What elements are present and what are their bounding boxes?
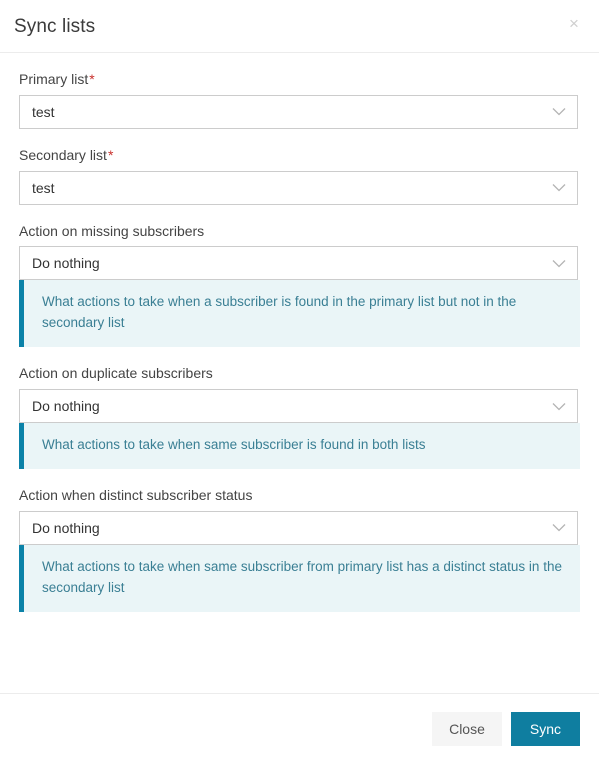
page-title: Sync lists [14,15,96,37]
form-group-distinct-status: Action when distinct subscriber status D… [19,487,580,612]
modal-header: Sync lists × [0,0,599,53]
label-missing-subscribers: Action on missing subscribers [19,223,580,240]
required-marker: * [89,71,95,87]
modal-footer: Close Sync [0,693,599,763]
close-button[interactable]: Close [432,711,502,746]
required-marker: * [107,146,114,163]
select-distinct-status-value[interactable]: Do nothing [19,510,578,545]
close-icon[interactable]: × [563,12,585,34]
form-group-duplicate-subscribers: Action on duplicate subscribers Do nothi… [19,365,580,469]
info-alert-missing-subscribers: What actions to take when a subscriber i… [19,280,580,348]
select-missing-subscribers[interactable]: Do nothing [19,246,578,281]
select-secondary-list[interactable]: test [19,170,578,205]
label-primary-list-text: Primary list [19,71,89,87]
label-secondary-list: Secondary list* [19,147,580,164]
form-group-missing-subscribers: Action on missing subscribers Do nothing… [19,223,580,348]
select-secondary-list-value[interactable]: test [19,170,578,205]
modal-body: Primary list* test Secondary list* test [0,53,599,693]
label-duplicate-subscribers-text: Action on duplicate subscribers [19,365,213,382]
label-primary-list: Primary list* [19,71,580,88]
select-duplicate-subscribers[interactable]: Do nothing [19,389,578,424]
label-distinct-status: Action when distinct subscriber status [19,487,580,504]
label-distinct-status-text: Action when distinct subscriber status [19,486,253,503]
sync-button[interactable]: Sync [510,711,580,746]
select-duplicate-subscribers-value[interactable]: Do nothing [19,389,578,424]
label-secondary-list-text: Secondary list [19,146,107,163]
select-distinct-status[interactable]: Do nothing [19,510,578,545]
select-primary-list[interactable]: test [19,94,578,129]
info-alert-duplicate-subscribers: What actions to take when same subscribe… [19,423,580,469]
sync-lists-modal: Sync lists × Primary list* test Secondar… [0,0,599,763]
select-primary-list-value[interactable]: test [19,94,578,129]
label-missing-subscribers-text: Action on missing subscribers [19,222,205,239]
info-alert-distinct-status: What actions to take when same subscribe… [19,544,580,612]
form-group-primary-list: Primary list* test [19,71,580,129]
form-group-secondary-list: Secondary list* test [19,147,580,205]
select-missing-subscribers-value[interactable]: Do nothing [19,246,578,281]
label-duplicate-subscribers: Action on duplicate subscribers [19,365,580,382]
